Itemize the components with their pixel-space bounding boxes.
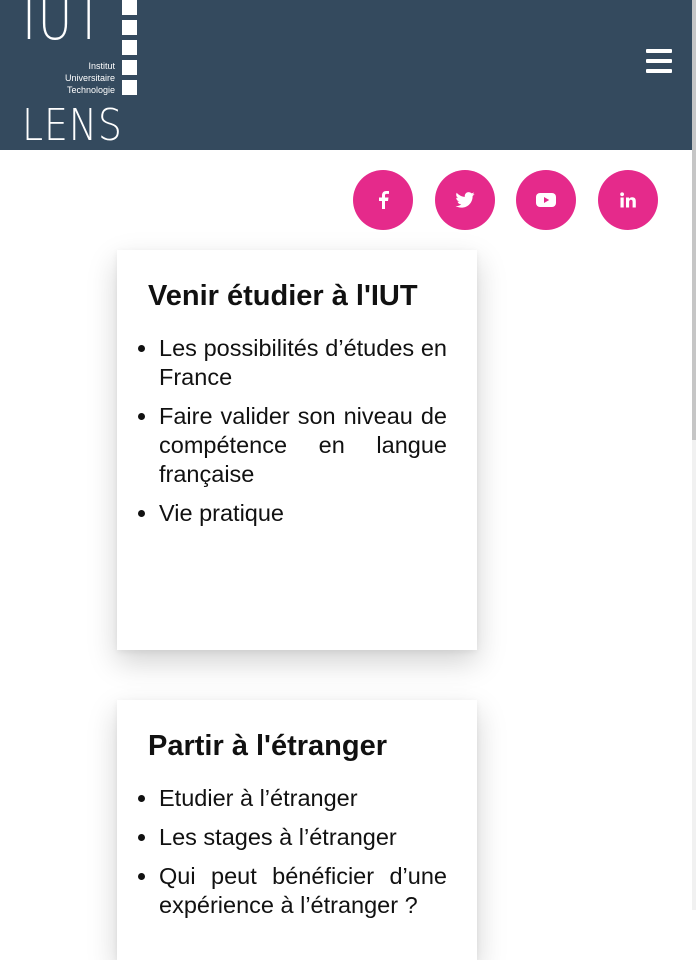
- card-venir-etudier: Venir étudier à l'IUT Les possibilités d…: [117, 250, 477, 650]
- logo-lens-text: LENS: [22, 100, 123, 151]
- logo-bars: [122, 0, 137, 100]
- card-link[interactable]: Vie pratique: [159, 500, 284, 526]
- linkedin-icon[interactable]: [598, 170, 658, 230]
- list-item[interactable]: Etudier à l’étranger: [159, 784, 447, 813]
- hamburger-menu-icon[interactable]: [646, 49, 672, 73]
- site-header: IUT Institut Universitaire Technologie L…: [0, 0, 692, 150]
- card-link[interactable]: Etudier à l’étranger: [159, 785, 358, 811]
- card-link[interactable]: Les stages à l’étranger: [159, 824, 397, 850]
- list-item[interactable]: Les stages à l’étranger: [159, 823, 447, 852]
- youtube-icon[interactable]: [516, 170, 576, 230]
- list-item[interactable]: Vie pratique: [159, 499, 447, 528]
- logo-iut-text: IUT: [22, 0, 105, 53]
- scrollbar-thumb[interactable]: [692, 0, 696, 440]
- card-title: Partir à l'étranger: [148, 730, 387, 762]
- card-partir-etranger: Partir à l'étranger Etudier à l’étranger…: [117, 700, 477, 960]
- iut-lens-logo[interactable]: IUT Institut Universitaire Technologie L…: [22, 0, 142, 150]
- card-link-list: Etudier à l’étranger Les stages à l’étra…: [159, 784, 447, 930]
- list-item[interactable]: Qui peut bénéficier d’une expérience à l…: [159, 862, 447, 920]
- card-title: Venir étudier à l'IUT: [148, 280, 418, 312]
- list-item[interactable]: Faire valider son niveau de compétence e…: [159, 402, 447, 489]
- card-link-list: Les possibilités d’études en France Fair…: [159, 334, 447, 538]
- list-item[interactable]: Les possibilités d’études en France: [159, 334, 447, 392]
- twitter-icon[interactable]: [435, 170, 495, 230]
- facebook-icon[interactable]: [353, 170, 413, 230]
- card-link[interactable]: Faire valider son niveau de compétence e…: [159, 403, 447, 487]
- logo-subtitle: Institut Universitaire Technologie: [64, 61, 115, 95]
- card-link[interactable]: Les possibilités d’études en France: [159, 335, 447, 390]
